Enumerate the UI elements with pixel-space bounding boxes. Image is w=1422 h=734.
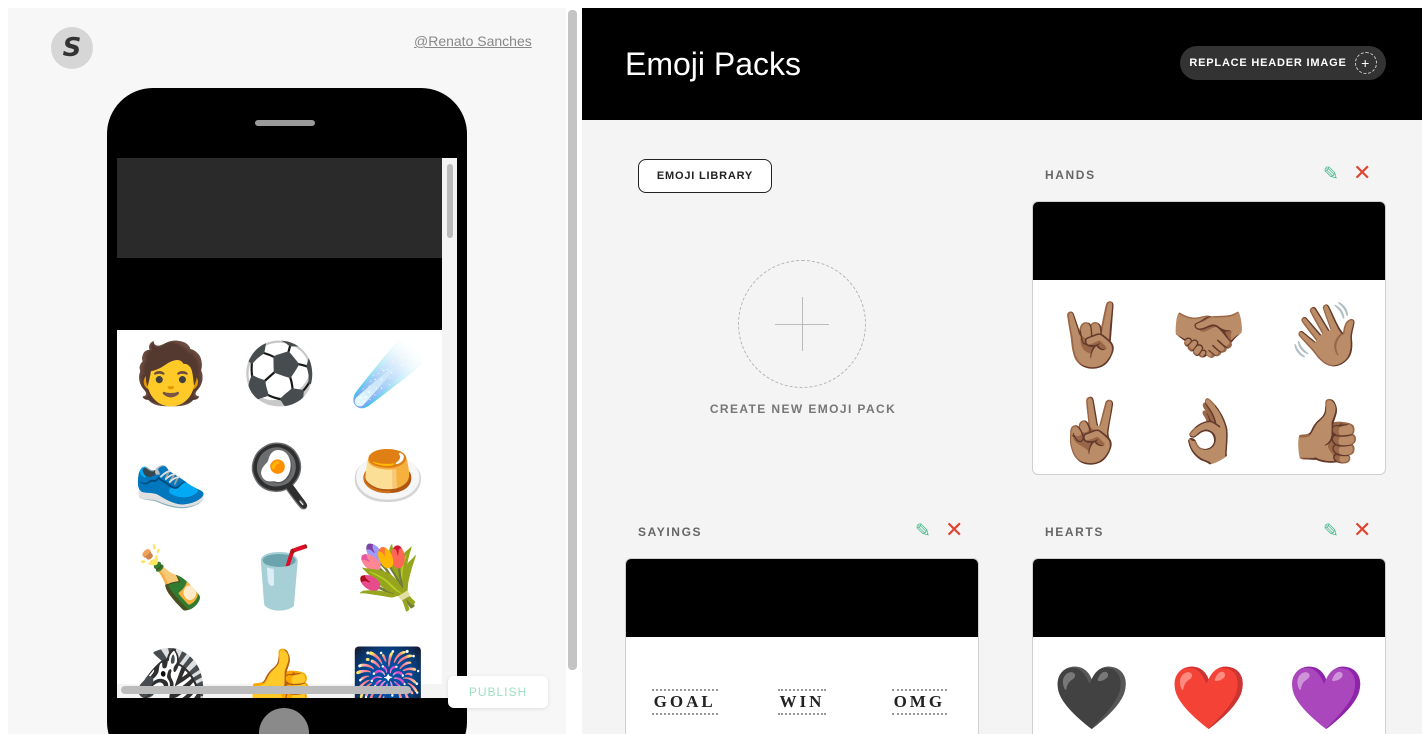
pack-title-sayings: SAYINGS <box>638 525 703 539</box>
page-title: Emoji Packs <box>625 46 802 82</box>
pack-emoji[interactable]: 👋🏽 <box>1268 280 1385 376</box>
screen-header <box>117 258 442 330</box>
pack-emoji-grid: 🖤 ❤️ 💜 <box>1033 637 1385 733</box>
delete-x-icon[interactable]: ✕ <box>1353 163 1371 185</box>
pack-title-hands: HANDS <box>1045 168 1096 182</box>
editor-header: Emoji Packs REPLACE HEADER IMAGE + <box>582 8 1422 120</box>
sticker-item[interactable]: 🧑 <box>117 344 225 446</box>
sticker-item[interactable]: ☄️ <box>334 344 442 446</box>
saying-sticker[interactable]: OMG <box>861 637 978 715</box>
screen-vertical-scrollbar[interactable] <box>447 164 453 238</box>
pack-emoji-grid: 🤘🏽 🤝🏽 👋🏽 ✌🏽 👌🏽 👍🏽 <box>1033 280 1385 472</box>
app-logo[interactable]: S <box>51 27 93 69</box>
replace-header-label: REPLACE HEADER IMAGE <box>1189 57 1347 69</box>
pack-card-sayings[interactable]: GOAL WIN OMG <box>625 558 979 734</box>
pack-card-header <box>1033 202 1385 280</box>
pack-emoji[interactable]: 👌🏽 <box>1150 376 1267 472</box>
app-root: S @Renato Sanches 🧑 ⚽ ☄️ 👟 🍳 🍮 🍾 🥤 💐 🦓 👍… <box>0 0 1422 734</box>
saying-sticker[interactable]: WIN <box>743 637 860 715</box>
pack-emoji[interactable]: 🤘🏽 <box>1033 280 1150 376</box>
emoji-library-button[interactable]: EMOJI LIBRARY <box>638 159 772 193</box>
saying-sticker[interactable]: GOAL <box>626 637 743 715</box>
screen-banner <box>117 158 442 258</box>
pack-title-hearts: HEARTS <box>1045 525 1104 539</box>
replace-header-image-button[interactable]: REPLACE HEADER IMAGE + <box>1180 46 1386 80</box>
create-pack-plus-icon[interactable] <box>738 260 866 388</box>
sticker-grid: 🧑 ⚽ ☄️ 👟 🍳 🍮 🍾 🥤 💐 🦓 👍 🎆 <box>117 330 442 698</box>
screen-horizontal-scrollbar[interactable] <box>121 686 411 694</box>
saying-text: OMG <box>891 689 948 715</box>
pack-emoji[interactable]: ✌🏽 <box>1033 376 1150 472</box>
editor-pane: Emoji Packs REPLACE HEADER IMAGE + EMOJI… <box>582 8 1422 734</box>
sticker-item[interactable]: ⚽ <box>225 344 333 446</box>
publish-button[interactable]: PUBLISH <box>448 676 548 708</box>
phone-screen: 🧑 ⚽ ☄️ 👟 🍳 🍮 🍾 🥤 💐 🦓 👍 🎆 <box>117 158 457 698</box>
sticker-item[interactable]: 🍾 <box>117 548 225 650</box>
saying-text: GOAL <box>651 689 718 715</box>
saying-text: WIN <box>777 689 827 715</box>
sticker-item[interactable]: 🥤 <box>225 548 333 650</box>
pack-emoji[interactable]: 💜 <box>1268 637 1385 733</box>
pack-emoji[interactable]: 🤝🏽 <box>1150 280 1267 376</box>
preview-scrollbar[interactable] <box>568 10 577 670</box>
phone-mockup: 🧑 ⚽ ☄️ 👟 🍳 🍮 🍾 🥤 💐 🦓 👍 🎆 <box>107 88 467 734</box>
edit-pencil-icon[interactable]: ✎ <box>915 520 933 542</box>
plus-icon: + <box>1354 52 1377 74</box>
pack-card-hands[interactable]: 🤘🏽 🤝🏽 👋🏽 ✌🏽 👌🏽 👍🏽 <box>1032 201 1386 475</box>
preview-pane: S @Renato Sanches 🧑 ⚽ ☄️ 👟 🍳 🍮 🍾 🥤 💐 🦓 👍… <box>8 8 566 734</box>
pack-card-header <box>1033 559 1385 637</box>
phone-speaker <box>255 120 315 126</box>
sticker-item[interactable]: 👟 <box>117 446 225 548</box>
edit-pencil-icon[interactable]: ✎ <box>1323 163 1341 185</box>
phone-home-button <box>259 708 309 734</box>
pack-card-header <box>626 559 978 637</box>
username-link[interactable]: @Renato Sanches <box>414 33 532 49</box>
pack-emoji[interactable]: ❤️ <box>1150 637 1267 733</box>
sticker-item[interactable]: 💐 <box>334 548 442 650</box>
create-pack-label[interactable]: CREATE NEW EMOJI PACK <box>678 402 928 416</box>
edit-pencil-icon[interactable]: ✎ <box>1323 520 1341 542</box>
pack-sayings-grid: GOAL WIN OMG <box>626 637 978 715</box>
delete-x-icon[interactable]: ✕ <box>945 520 963 542</box>
sticker-item[interactable]: 🍳 <box>225 446 333 548</box>
pack-emoji[interactable]: 👍🏽 <box>1268 376 1385 472</box>
pack-emoji[interactable]: 🖤 <box>1033 637 1150 733</box>
sticker-item[interactable]: 🍮 <box>334 446 442 548</box>
pack-card-hearts[interactable]: 🖤 ❤️ 💜 <box>1032 558 1386 734</box>
delete-x-icon[interactable]: ✕ <box>1353 520 1371 542</box>
